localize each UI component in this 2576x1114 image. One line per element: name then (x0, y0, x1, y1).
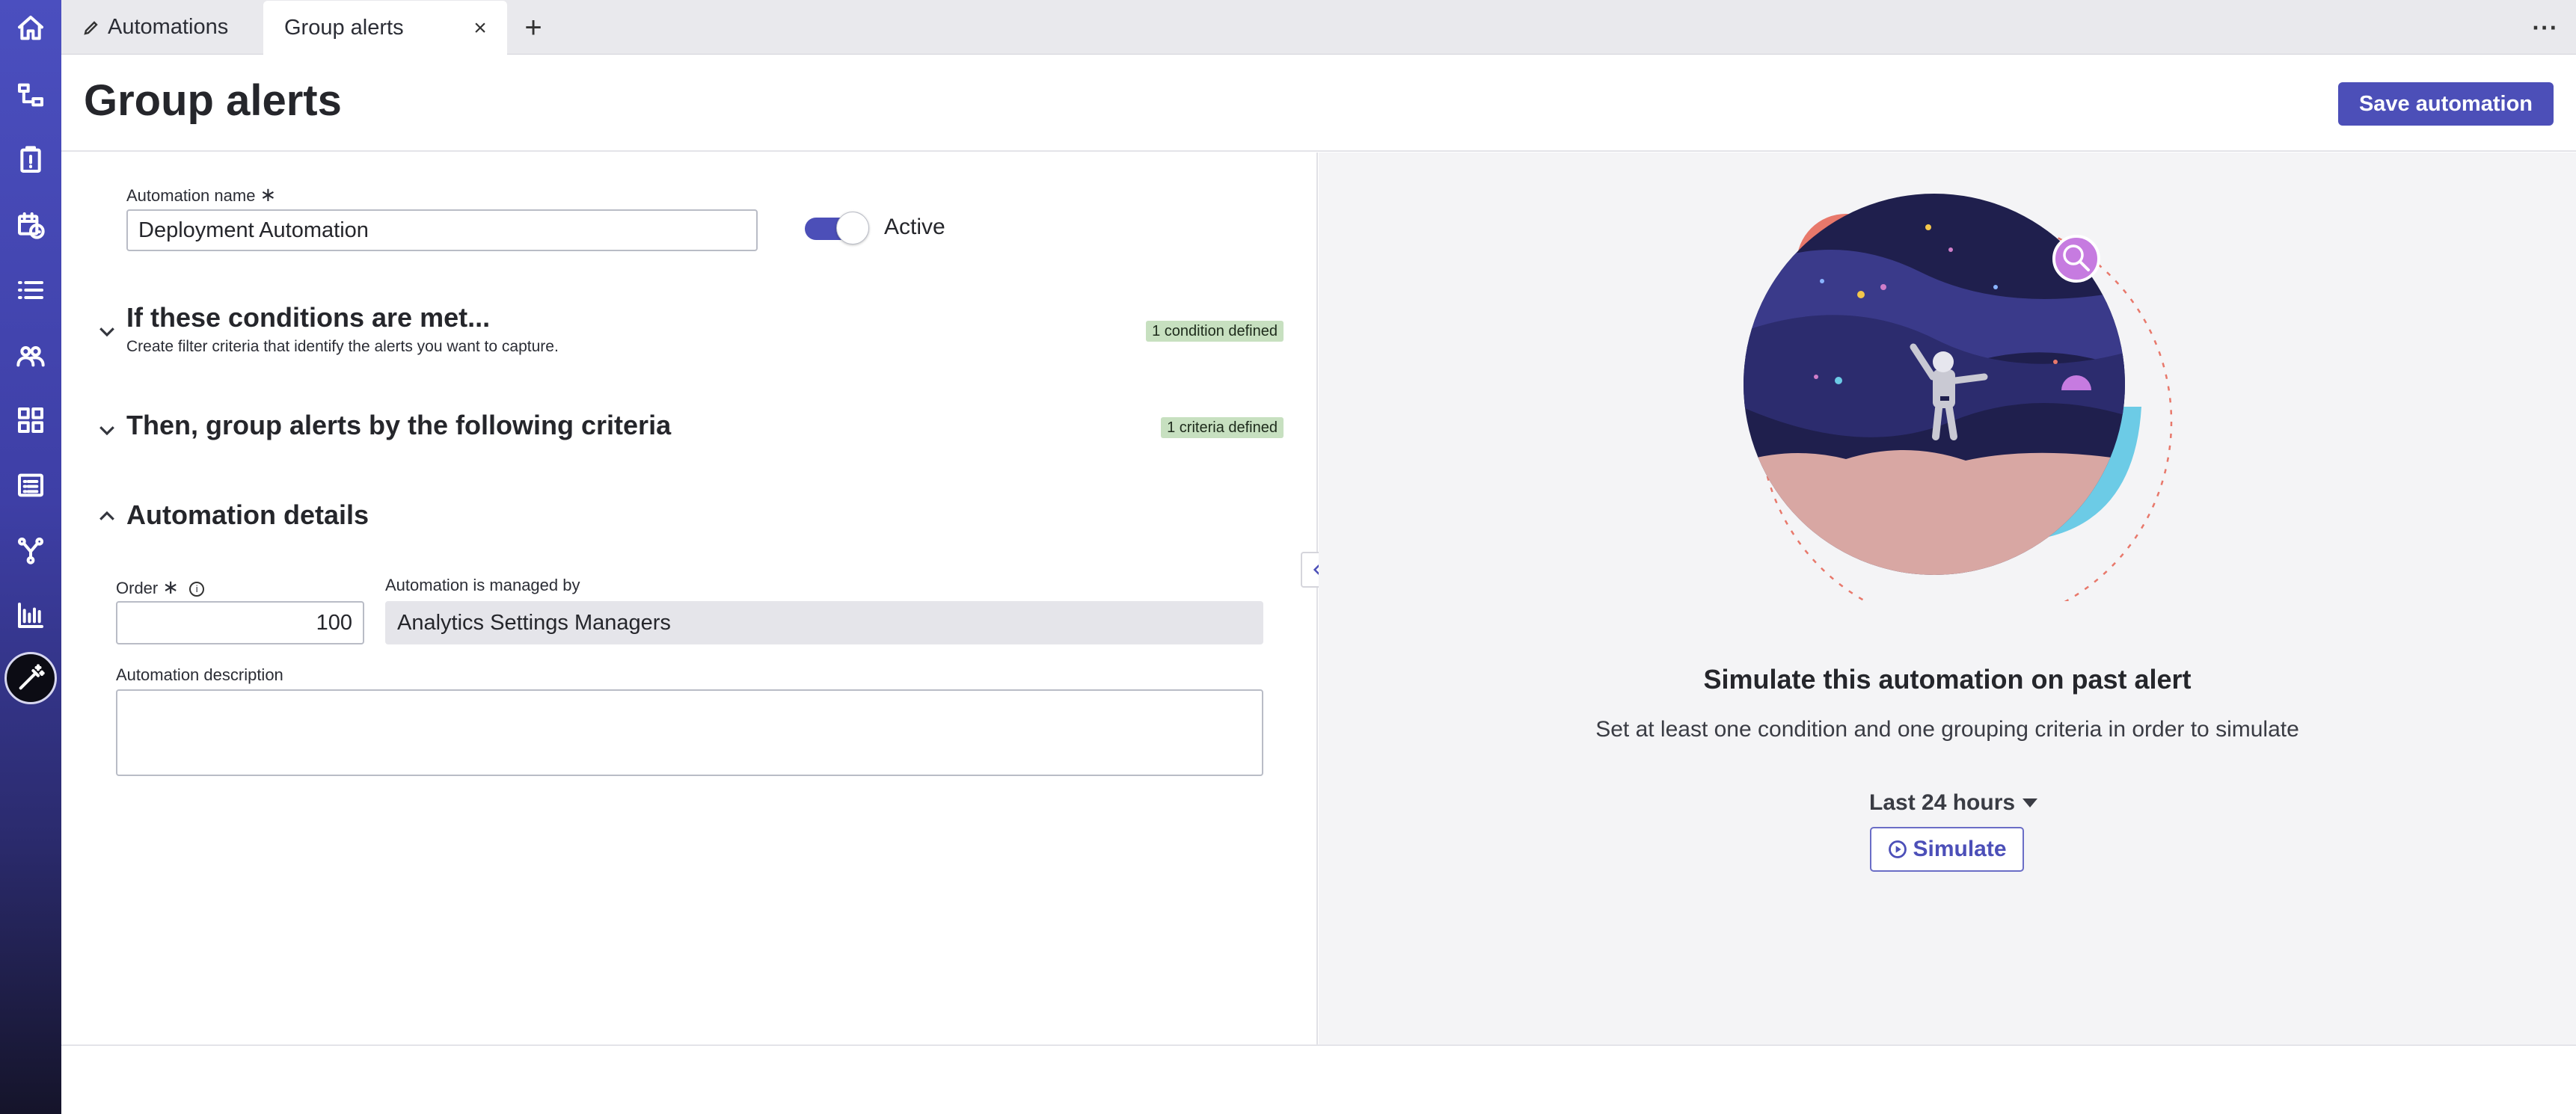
automation-name-input[interactable]: Deployment Automation (126, 209, 758, 251)
conditions-status-badge: 1 condition defined (1146, 321, 1284, 342)
grouping-status-badge: 1 criteria defined (1161, 417, 1284, 438)
tab-group-alerts-label: Group alerts (284, 15, 404, 40)
simulate-button-label: Simulate (1913, 837, 2007, 861)
list-icon[interactable] (13, 272, 49, 308)
grid-icon[interactable] (13, 402, 49, 438)
order-input[interactable]: 100 (116, 601, 364, 644)
workflow-icon[interactable] (13, 77, 49, 113)
play-circle-icon (1889, 840, 1907, 858)
users-group-icon[interactable] (13, 337, 49, 373)
managed-by-field: Analytics Settings Managers (385, 601, 1263, 644)
conditions-section-title[interactable]: If these conditions are met... (126, 302, 490, 333)
chevron-up-icon[interactable] (96, 505, 118, 528)
home-icon[interactable] (13, 10, 49, 46)
more-options-icon[interactable]: ··· (2528, 10, 2563, 45)
automation-name-label: Automation name ∗ (126, 183, 277, 206)
info-icon[interactable]: i (189, 582, 205, 597)
simulate-subtitle: Set at least one condition and one group… (1595, 717, 2299, 742)
sidebar (0, 0, 61, 1114)
clipboard-alert-icon[interactable] (13, 142, 49, 178)
order-label: Order ∗ i (116, 576, 205, 599)
pencil-icon (84, 20, 98, 35)
time-range-label: Last 24 hours (1869, 790, 2016, 815)
calendar-clock-icon[interactable] (13, 207, 49, 243)
chevron-down-icon[interactable] (96, 419, 118, 441)
add-tab-icon[interactable]: + (516, 10, 551, 45)
description-label: Automation description (116, 665, 283, 684)
conditions-section-subtitle: Create filter criteria that identify the… (126, 338, 559, 355)
time-range-dropdown[interactable]: Last 24 hours (1869, 790, 2038, 816)
tab-automations-label: Automations (108, 15, 229, 39)
tab-group-alerts[interactable]: Group alerts × (263, 1, 507, 55)
footer-bar (61, 1044, 2576, 1114)
simulate-title: Simulate this automation on past alert (1703, 664, 2192, 695)
bar-chart-icon[interactable] (13, 597, 49, 633)
automation-form: Automation name ∗ Deployment Automation A… (61, 153, 1318, 1044)
close-icon[interactable]: × (470, 16, 491, 40)
magic-wand-icon[interactable] (4, 652, 57, 704)
branch-icon[interactable] (13, 532, 49, 568)
astronaut-illustration (1744, 194, 2173, 601)
simulate-button[interactable]: Simulate (1870, 827, 2024, 872)
chevron-down-icon[interactable] (96, 320, 118, 342)
details-section-title[interactable]: Automation details (126, 499, 369, 531)
description-textarea[interactable] (116, 689, 1263, 776)
active-label: Active (884, 215, 945, 239)
page-title: Group alerts (84, 76, 342, 125)
managed-by-label: Automation is managed by (385, 576, 580, 594)
caret-down-icon (2023, 798, 2038, 807)
table-list-icon[interactable] (13, 467, 49, 503)
save-automation-button[interactable]: Save automation (2337, 82, 2554, 126)
tab-bar: Automations Group alerts × + ··· (61, 0, 2576, 55)
simulation-panel: Simulate this automation on past alert S… (1319, 153, 2576, 1044)
page-header: Group alerts Save automation (61, 55, 2576, 152)
grouping-section-title[interactable]: Then, group alerts by the following crit… (126, 410, 671, 441)
active-toggle[interactable] (805, 212, 871, 244)
